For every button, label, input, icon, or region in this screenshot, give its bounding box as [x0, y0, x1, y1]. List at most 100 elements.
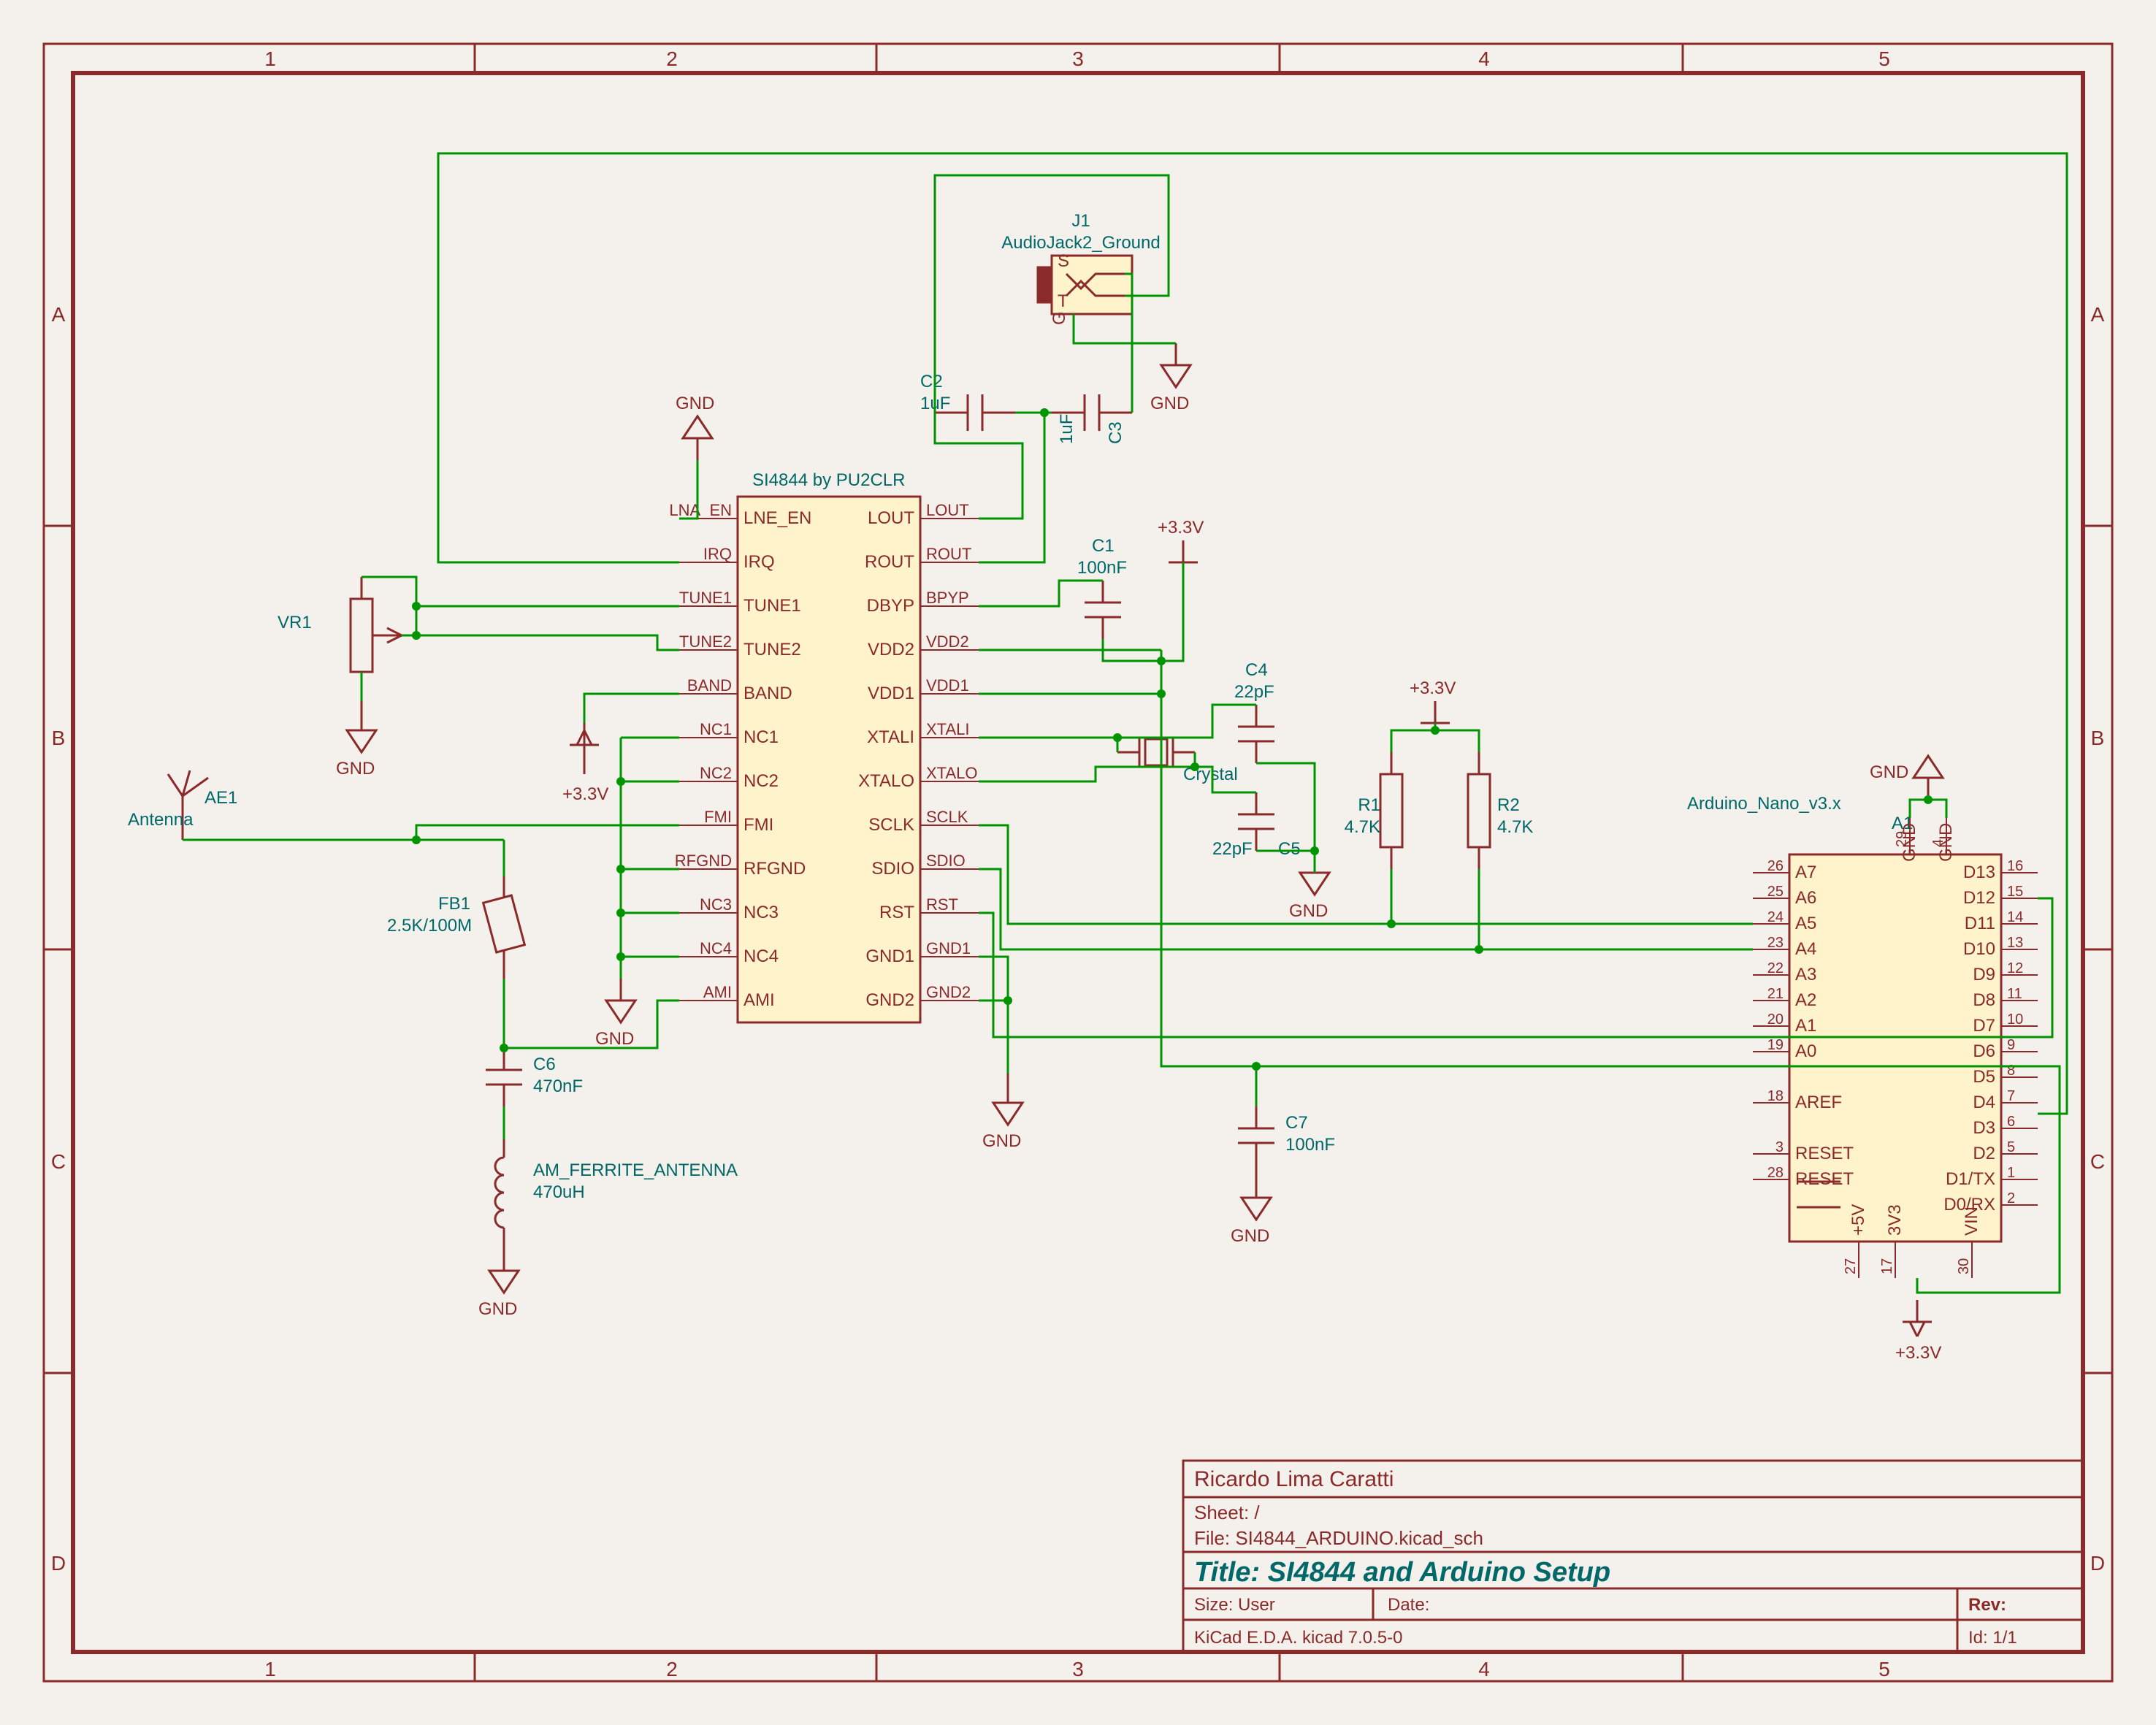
svg-text:BAND: BAND	[743, 684, 792, 703]
svg-text:2: 2	[666, 1658, 678, 1680]
gnd-icon: GND	[1150, 343, 1190, 413]
svg-text:27: 27	[1843, 1258, 1859, 1274]
svg-text:GND: GND	[595, 1029, 634, 1049]
svg-text:25: 25	[1767, 884, 1784, 900]
svg-text:IRQ: IRQ	[743, 552, 775, 572]
ae1-antenna: AE1 Antenna	[128, 770, 237, 840]
svg-text:D10: D10	[1963, 939, 1995, 959]
svg-text:12: 12	[2007, 960, 2023, 976]
svg-text:AudioJack2_Ground: AudioJack2_Ground	[1001, 233, 1160, 253]
svg-text:TUNE1: TUNE1	[743, 596, 801, 616]
svg-text:A2: A2	[1795, 990, 1816, 1010]
svg-text:2: 2	[2007, 1190, 2015, 1206]
svg-text:DBYP: DBYP	[867, 596, 914, 616]
svg-text:C1: C1	[1092, 536, 1115, 556]
svg-text:G: G	[1050, 311, 1069, 325]
ic-ref: SI4844 by PU2CLR	[752, 470, 905, 490]
svg-text:17: 17	[1879, 1258, 1895, 1274]
fb1-ferrite: FB1 2.5K/100M	[387, 876, 524, 979]
svg-text:AM_FERRITE_ANTENNA: AM_FERRITE_ANTENNA	[533, 1160, 738, 1180]
svg-text:ROUT: ROUT	[865, 552, 914, 572]
svg-text:GND2: GND2	[865, 990, 914, 1010]
svg-text:C4: C4	[1245, 660, 1268, 680]
svg-text:C7: C7	[1285, 1113, 1308, 1133]
svg-text:4: 4	[1930, 839, 1946, 847]
svg-text:BPYP: BPYP	[926, 589, 969, 607]
gnd-icon: GND	[595, 979, 635, 1049]
svg-text:RFGND: RFGND	[743, 859, 806, 879]
svg-text:30: 30	[1956, 1258, 1972, 1274]
vr1-pot: VR1	[278, 577, 402, 701]
svg-text:D: D	[2090, 1552, 2105, 1575]
svg-text:6: 6	[2007, 1114, 2015, 1130]
svg-text:3: 3	[1072, 47, 1084, 70]
svg-text:1: 1	[264, 1658, 276, 1680]
svg-text:RESET: RESET	[1795, 1144, 1854, 1163]
svg-text:2.5K/100M: 2.5K/100M	[387, 916, 472, 936]
svg-text:D5: D5	[1973, 1067, 1995, 1087]
svg-text:29: 29	[1894, 831, 1910, 847]
svg-text:VDD2: VDD2	[926, 632, 969, 651]
svg-text:GND: GND	[1231, 1226, 1269, 1246]
svg-text:Id: 1/1: Id: 1/1	[1968, 1628, 2017, 1648]
c7-cap: C7 100nF	[1238, 1106, 1335, 1165]
svg-text:VDD1: VDD1	[868, 684, 914, 703]
svg-text:A7: A7	[1795, 862, 1816, 882]
svg-text:AMI: AMI	[743, 990, 775, 1010]
svg-text:11: 11	[2007, 986, 2022, 1002]
svg-text:5: 5	[1878, 1658, 1890, 1680]
svg-text:+3.3V: +3.3V	[562, 784, 608, 804]
v33-icon: +3.3V	[562, 723, 608, 804]
svg-text:C: C	[51, 1150, 66, 1173]
svg-text:A4: A4	[1795, 939, 1816, 959]
wires	[183, 153, 2067, 1293]
frame-cols-bot: 1 2 3 4 5	[264, 1658, 1890, 1680]
svg-text:Rev:: Rev:	[1968, 1595, 2006, 1615]
svg-text:GND1: GND1	[926, 939, 971, 957]
r1-resistor: R1 4.7K	[1345, 752, 1402, 869]
svg-text:ROUT: ROUT	[926, 545, 971, 563]
svg-text:C: C	[2090, 1150, 2105, 1173]
c6-cap: C6 470nF	[486, 1048, 583, 1106]
svg-text:T: T	[1058, 291, 1069, 311]
svg-text:GND: GND	[1870, 762, 1908, 782]
svg-text:4.7K: 4.7K	[1497, 817, 1533, 837]
svg-text:LOUT: LOUT	[926, 501, 969, 519]
svg-text:AMI: AMI	[703, 983, 732, 1001]
svg-text:FB1: FB1	[438, 894, 470, 914]
svg-text:+3.3V: +3.3V	[1895, 1343, 1941, 1363]
titleblock: Ricardo Lima Caratti Sheet: / File: SI48…	[1183, 1461, 2083, 1652]
svg-text:A: A	[52, 303, 66, 326]
svg-text:D9: D9	[1973, 965, 1995, 984]
svg-text:D7: D7	[1973, 1016, 1995, 1036]
svg-text:5: 5	[2007, 1139, 2015, 1155]
svg-text:NC3: NC3	[700, 895, 732, 914]
svg-text:22: 22	[1767, 960, 1784, 976]
svg-text:9: 9	[2007, 1037, 2015, 1053]
svg-text:KiCad E.D.A. kicad 7.0.5-0: KiCad E.D.A. kicad 7.0.5-0	[1194, 1628, 1402, 1648]
arduino-val: Arduino_Nano_v3.x	[1687, 794, 1841, 814]
svg-text:100nF: 100nF	[1285, 1135, 1335, 1155]
svg-text:+5V: +5V	[1849, 1204, 1868, 1236]
svg-text:SDIO: SDIO	[926, 852, 966, 870]
svg-text:A1: A1	[1795, 1016, 1816, 1036]
frame-rows-right: A B C D	[2090, 303, 2105, 1575]
svg-text:GND: GND	[1289, 901, 1328, 921]
svg-text:18: 18	[1767, 1088, 1784, 1104]
svg-text:VR1: VR1	[278, 613, 312, 632]
svg-text:C2: C2	[920, 372, 943, 391]
svg-text:NC2: NC2	[743, 771, 779, 791]
svg-text:NC1: NC1	[700, 720, 732, 738]
svg-text:A: A	[2091, 303, 2105, 326]
svg-text:5: 5	[1878, 47, 1890, 70]
svg-text:LNE_EN: LNE_EN	[743, 508, 811, 528]
svg-text:Date:: Date:	[1388, 1595, 1429, 1615]
svg-text:C6: C6	[533, 1055, 556, 1074]
svg-text:NC1: NC1	[743, 727, 779, 747]
svg-text:J1: J1	[1071, 211, 1090, 231]
svg-text:VDD2: VDD2	[868, 640, 914, 659]
svg-text:D: D	[51, 1552, 66, 1575]
svg-text:AE1: AE1	[204, 788, 237, 808]
gnd-icon: GND	[1289, 873, 1329, 921]
v33-icon: +3.3V	[1410, 678, 1456, 723]
